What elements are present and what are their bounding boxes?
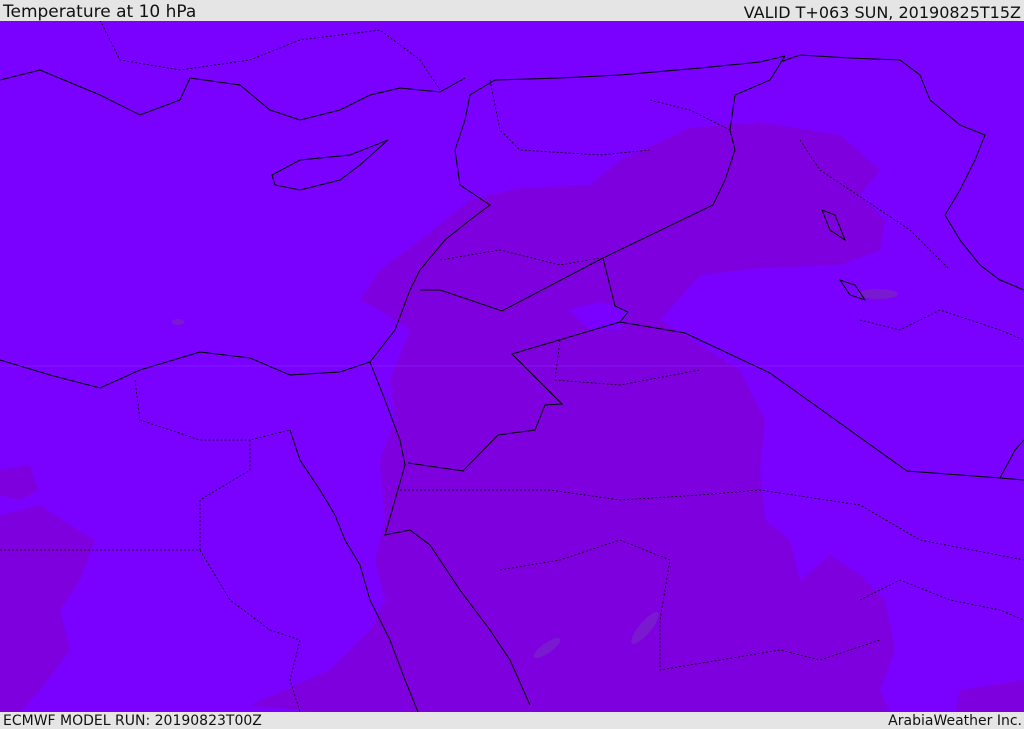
valid-time: VALID T+063 SUN, 20190825T15Z xyxy=(743,3,1021,22)
map-canvas xyxy=(0,19,1024,713)
map-header: Temperature at 10 hPa VALID T+063 SUN, 2… xyxy=(0,0,1024,21)
brand-credit: ArabiaWeather Inc. xyxy=(888,713,1022,729)
model-run: ECMWF MODEL RUN: 20190823T00Z xyxy=(3,713,262,729)
map-title: Temperature at 10 hPa xyxy=(3,2,197,22)
temperature-map xyxy=(0,19,1024,713)
map-footer: ECMWF MODEL RUN: 20190823T00Z ArabiaWeat… xyxy=(0,712,1024,729)
